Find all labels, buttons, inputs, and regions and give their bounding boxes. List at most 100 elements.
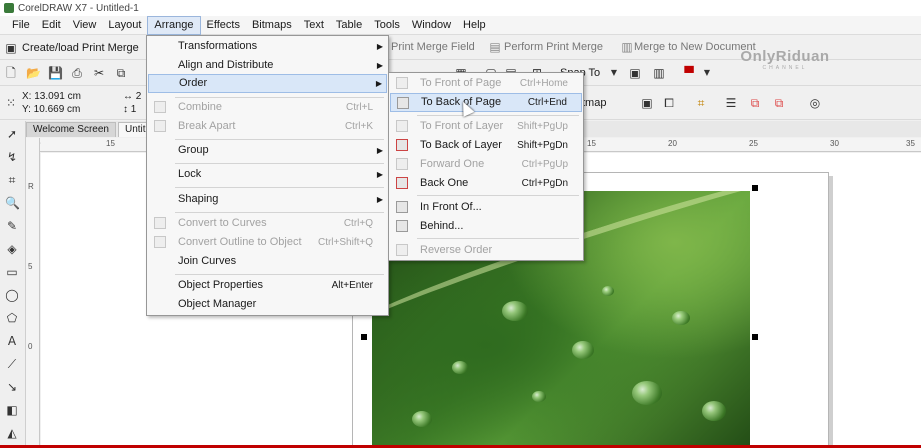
menu-item-in-front-of[interactable]: In Front Of... [390,198,582,217]
menu-view[interactable]: View [67,16,103,35]
menu-text[interactable]: Text [298,16,330,35]
menu-item-back-one[interactable]: Back One Ctrl+PgDn [390,174,582,193]
menu-arrange[interactable]: Arrange [147,15,201,35]
menu-tools[interactable]: Tools [368,16,406,35]
trace-bitmap-icon[interactable]: ⧠ [662,96,676,110]
submenu-arrow-icon: ▶ [376,61,383,70]
open-icon[interactable]: 📂 [26,66,41,80]
menu-item-to-back-of-page[interactable]: To Back of Page Ctrl+End [390,93,582,112]
print-icon[interactable]: ⎙ [70,66,84,80]
menu-item-label: Combine [178,101,223,113]
menu-item-transformations[interactable]: Transformations ▶ [148,37,387,56]
menu-edit[interactable]: Edit [36,16,67,35]
align-icon[interactable]: ☰ [724,96,738,110]
object-origin-icon[interactable]: ⁙ [4,96,18,110]
menu-item-reverse-order[interactable]: Reverse Order [390,241,582,260]
menu-item-forward-one[interactable]: Forward One Ctrl+PgUp [390,155,582,174]
menu-help[interactable]: Help [457,16,492,35]
menu-item-convert-outline[interactable]: Convert Outline to Object Ctrl+Shift+Q [148,233,387,252]
menu-item-order[interactable]: Order ▶ [148,74,387,93]
freehand-tool-icon[interactable]: ✎ [5,219,19,233]
rectangle-tool-icon[interactable]: ▭ [5,265,19,279]
menu-window[interactable]: Window [406,16,457,35]
application-launcher-icon[interactable]: ▥ [652,66,666,80]
bounding-box-icon[interactable]: ⌗ [694,96,708,110]
dimension-tool-icon[interactable]: ⟋ [5,357,19,371]
menu-item-join-curves[interactable]: Join Curves [148,252,387,271]
menu-item-lock[interactable]: Lock ▶ [148,165,387,184]
drop-shadow-icon[interactable]: ◧ [5,403,19,417]
perform-print-merge-button[interactable]: Perform Print Merge [504,41,603,53]
text-tool-icon[interactable]: A [5,334,19,348]
menu-bitmaps[interactable]: Bitmaps [246,16,298,35]
submenu-arrow-icon: ▶ [375,79,382,88]
options-icon[interactable]: ▣ [628,66,642,80]
menu-item-shaping[interactable]: Shaping ▶ [148,190,387,209]
smart-fill-icon[interactable]: ◈ [5,242,19,256]
menu-file[interactable]: File [6,16,36,35]
merge-to-new-document-button[interactable]: Merge to New Document [634,41,756,53]
selection-handle[interactable] [752,185,758,191]
x-position-field[interactable]: X: 13.091 cm [22,90,81,103]
menu-item-group[interactable]: Group ▶ [148,141,387,160]
crop-tool-icon[interactable]: ⌗ [5,173,19,187]
width-field[interactable]: ↔ 2 [123,90,141,103]
menu-item-combine[interactable]: Combine Ctrl+L [148,98,387,117]
tab-welcome-screen[interactable]: Welcome Screen [26,122,116,137]
selection-handle[interactable] [361,334,367,340]
chevron-down-icon[interactable]: ▼ [607,66,621,80]
connector-tool-icon[interactable]: ↘ [5,380,19,394]
ruler-tick: 25 [749,139,758,148]
coreldraw-app-icon [4,3,14,13]
menu-item-object-manager[interactable]: Object Manager [148,295,387,314]
submenu-arrow-icon: ▶ [376,170,383,179]
menu-shortcut: Ctrl+Home [519,78,568,89]
print-merge-field-button[interactable]: Print Merge Field [391,41,475,53]
menu-item-label: Align and Distribute [178,59,274,71]
pick-tool-icon[interactable]: ➚ [5,127,19,141]
menu-item-break-apart[interactable]: Break Apart Ctrl+K [148,117,387,136]
menu-item-to-back-of-layer[interactable]: To Back of Layer Shift+PgDn [390,136,582,155]
menu-shortcut: Shift+PgUp [517,121,568,132]
transparency-tool-icon[interactable]: ◭ [5,426,19,440]
combine-icon [154,101,166,113]
to-back-icon[interactable]: ⧉ [772,96,786,110]
menu-item-behind[interactable]: Behind... [390,217,582,236]
y-position-field[interactable]: Y: 10.669 cm [22,103,81,116]
create-print-merge-button[interactable]: Create/load Print Merge [22,42,139,54]
menu-effects[interactable]: Effects [201,16,246,35]
back-one-icon [396,177,408,189]
height-field[interactable]: ↕ 1 [123,103,141,116]
bitmap-button-label[interactable]: tmap [582,97,606,109]
cut-icon[interactable]: ✂ [92,66,106,80]
menu-item-convert-to-curves[interactable]: Convert to Curves Ctrl+Q [148,214,387,233]
polygon-tool-icon[interactable]: ⬠ [5,311,19,325]
save-icon[interactable]: 💾 [48,66,63,80]
window-title: CorelDRAW X7 - Untitled-1 [18,2,139,14]
convert-outline-icon [154,236,166,248]
menu-item-label: Behind... [420,220,464,232]
menu-shortcut: Ctrl+Q [343,218,373,229]
merge-new-doc-icon: ▥ [621,40,633,54]
color-icon[interactable]: ▀ [682,66,696,80]
menu-item-to-front-of-layer[interactable]: To Front of Layer Shift+PgUp [390,117,582,136]
menu-item-align-and-distribute[interactable]: Align and Distribute ▶ [148,56,387,75]
selection-handle[interactable] [752,334,758,340]
copy-icon[interactable]: ⧉ [114,66,128,80]
menu-item-to-front-of-page[interactable]: To Front of Page Ctrl+Home [390,74,582,93]
to-front-icon[interactable]: ⧉ [748,96,762,110]
new-document-icon[interactable]: 🗋 [4,66,18,80]
print-merge-icon: ▣ [5,40,17,55]
crop-bitmap-icon[interactable]: ▣ [640,96,654,110]
ruler-tick: R [28,182,34,191]
dropdown-arrow-icon[interactable]: ▼ [700,66,714,80]
zoom-tool-icon[interactable]: 🔍 [5,196,20,210]
menu-table[interactable]: Table [330,16,368,35]
toolbox: ➚ ↯ ⌗ 🔍 ✎ ◈ ▭ ◯ ⬠ A ⟋ ↘ ◧ ◭ [0,121,26,448]
menu-layout[interactable]: Layout [102,16,147,35]
menu-shortcut: Ctrl+PgDn [521,178,568,189]
ellipse-tool-icon[interactable]: ◯ [5,288,19,302]
menu-item-object-properties[interactable]: Object Properties Alt+Enter [148,276,387,295]
wrap-text-icon[interactable]: ◎ [808,96,822,110]
shape-tool-icon[interactable]: ↯ [5,150,19,164]
